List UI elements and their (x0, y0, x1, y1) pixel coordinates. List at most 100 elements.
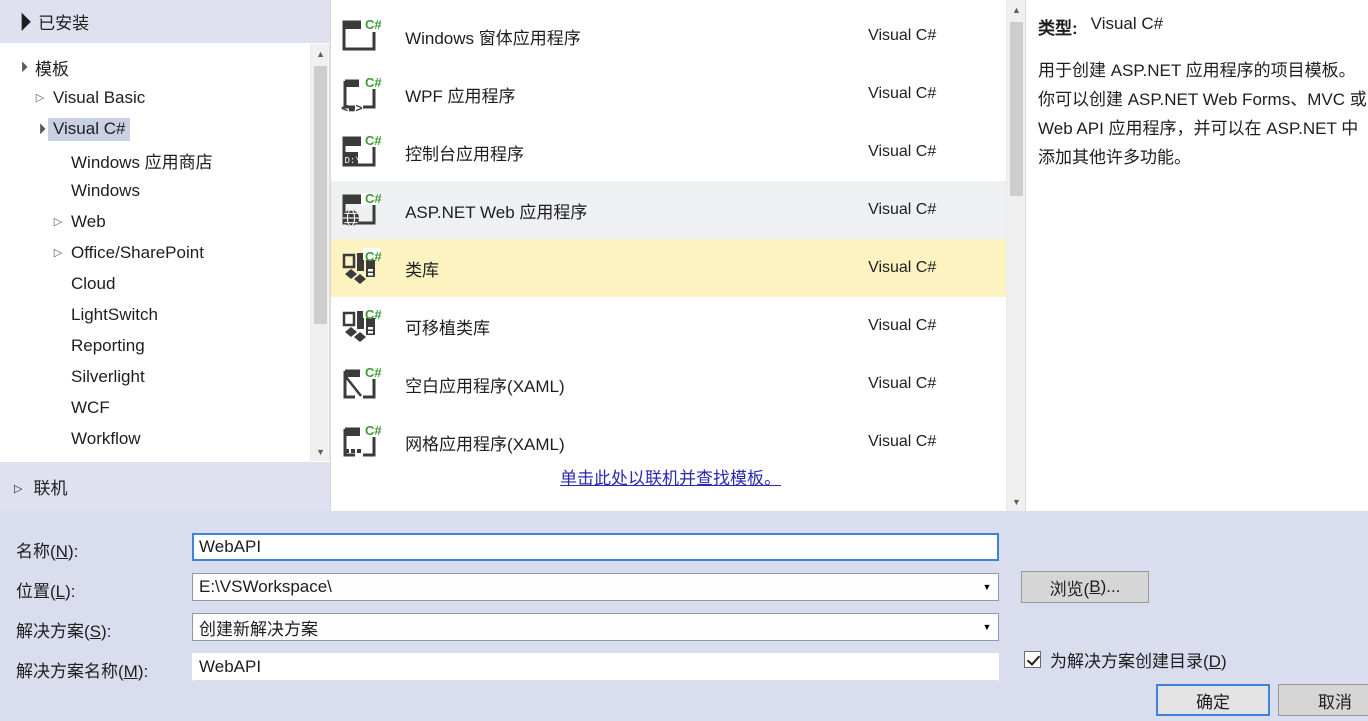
svg-text:<■>: <■> (341, 102, 363, 114)
chevron-right-icon[interactable] (50, 217, 66, 228)
solution-name-value: WebAPI (199, 657, 262, 676)
online-section-header[interactable]: 联机 (0, 461, 331, 511)
templates-panel: C# Windows 窗体应用程序 Visual C# <■> C# WPF 应用程序 Vi… (330, 0, 1026, 511)
tree-scrollbar[interactable] (310, 44, 330, 461)
templates-scrollbar[interactable] (1006, 0, 1025, 511)
tree-item-label: 模板 (35, 59, 69, 79)
solution-name-input[interactable]: WebAPI (192, 653, 999, 681)
templates-list[interactable]: C# Windows 窗体应用程序 Visual C# <■> C# WPF 应用程序 Vi… (331, 7, 1011, 471)
create-directory-checkbox-row[interactable]: 为解决方案创建目录(D) (1024, 647, 1227, 672)
project-name-value: WebAPI (199, 537, 262, 556)
ok-button[interactable]: 确定 (1156, 684, 1270, 716)
cancel-button[interactable]: 取消 (1278, 684, 1368, 716)
tree-item-label: Windows 应用商店 (71, 152, 213, 172)
tree-item-silverlight[interactable]: Silverlight (0, 362, 300, 393)
template-name: 可移植类库 (405, 318, 491, 338)
tree-item-label: Workflow (71, 429, 141, 448)
online-header-label: 联机 (33, 479, 68, 498)
svg-text:C#: C# (365, 133, 382, 148)
template-language: Visual C# (868, 317, 937, 334)
template-language: Visual C# (868, 85, 937, 102)
tree-item-web[interactable]: Web (0, 207, 300, 238)
scroll-up-icon[interactable] (311, 44, 329, 63)
template-row[interactable]: C# 空白应用程序(XAML) Visual C# (331, 355, 1010, 413)
description-type-label: 类型: (1038, 19, 1078, 38)
template-row[interactable]: C# 类库 Visual C# (331, 239, 1011, 297)
scrollbar-thumb[interactable] (1010, 22, 1023, 196)
template-language: Visual C# (868, 201, 937, 218)
tree-item-label: Office/SharePoint (71, 243, 204, 262)
chevron-down-icon[interactable] (32, 125, 48, 135)
svg-text:C#: C# (365, 191, 382, 206)
checkbox-icon[interactable] (1024, 651, 1041, 668)
solution-value: 创建新解决方案 (199, 619, 318, 639)
new-project-dialog: 已安装 模板 Visual Basic Visual C# Windows 应用商店 W… (0, 0, 1368, 721)
template-language: Visual C# (868, 27, 937, 44)
online-templates-link-wrap: 单击此处以联机并查找模板。 (331, 464, 1010, 489)
tree-item-[interactable]: 模板 (0, 52, 300, 83)
chevron-down-icon (14, 12, 27, 32)
template-name: ASP.NET Web 应用程序 (405, 202, 588, 222)
template-category-tree[interactable]: 模板 Visual Basic Visual C# Windows 应用商店 Windo… (0, 44, 331, 461)
classlib-icon: C# (341, 248, 387, 288)
template-language: Visual C# (868, 143, 937, 160)
template-name: 控制台应用程序 (405, 144, 525, 164)
template-row[interactable]: C# 可移植类库 Visual C# (331, 297, 1010, 355)
scroll-down-icon[interactable] (311, 442, 329, 461)
svg-text:C#: C# (365, 307, 382, 322)
scroll-up-icon[interactable] (1007, 0, 1026, 19)
tree-item-office-sharepoint[interactable]: Office/SharePoint (0, 238, 300, 269)
tree-item-label: Windows (71, 181, 140, 200)
dialog-bottom-region: 名称(N): WebAPI 位置(L): E:\VSWorkspace\ 解决方… (0, 511, 1368, 721)
template-description-panel: 类型: Visual C# 用于创建 ASP.NET 应用程序的项目模板。你可以… (1026, 0, 1368, 511)
tree-item-label: LightSwitch (71, 305, 158, 324)
winforms-icon: C# (341, 16, 387, 56)
template-row[interactable]: C# Windows 窗体应用程序 Visual C# (331, 7, 1010, 65)
scroll-down-icon[interactable] (1007, 492, 1026, 511)
chevron-down-icon[interactable] (976, 582, 998, 592)
tree-item-visual-basic[interactable]: Visual Basic (0, 83, 300, 114)
svg-text:C#: C# (365, 423, 382, 438)
svg-text:C#: C# (365, 365, 382, 380)
tree-item-windows[interactable]: Windows 应用商店 (0, 145, 300, 176)
tree-item-reporting[interactable]: Reporting (0, 331, 300, 362)
installed-header[interactable]: 已安装 (0, 0, 331, 44)
location-combobox[interactable]: E:\VSWorkspace\ (192, 573, 999, 601)
chevron-right-icon[interactable] (32, 93, 48, 104)
tree-item-windows[interactable]: Windows (0, 176, 300, 207)
tree-item-label: Visual C# (48, 118, 131, 141)
browse-button[interactable]: 浏览(B)... (1021, 571, 1149, 603)
template-row[interactable]: C# 网格应用程序(XAML) Visual C# (331, 413, 1010, 471)
solution-combobox[interactable]: 创建新解决方案 (192, 613, 999, 641)
tree-item-label: Web (71, 212, 106, 231)
chevron-down-icon[interactable] (14, 63, 30, 73)
chevron-down-icon[interactable] (976, 622, 998, 632)
template-name: 网格应用程序(XAML) (405, 434, 565, 454)
find-online-templates-link[interactable]: 单击此处以联机并查找模板。 (560, 469, 781, 488)
gridapp-icon: C# (341, 422, 387, 462)
cancel-button-label: 取消 (1318, 692, 1352, 712)
classlib-icon: C# (341, 306, 387, 346)
chevron-right-icon (14, 477, 22, 497)
installed-header-label: 已安装 (38, 14, 90, 33)
dialog-top-region: 已安装 模板 Visual Basic Visual C# Windows 应用商店 W… (0, 0, 1368, 511)
solution-label: 解决方案(S): (16, 622, 112, 641)
tree-item-label: Visual Basic (53, 88, 146, 107)
template-row[interactable]: C# ASP.NET Web 应用程序 Visual C# (331, 181, 1011, 239)
wpf-icon: <■> C# (341, 74, 387, 114)
tree-item-cloud[interactable]: Cloud (0, 269, 300, 300)
location-value: E:\VSWorkspace\ (199, 577, 332, 596)
project-name-input[interactable]: WebAPI (192, 533, 999, 561)
scrollbar-thumb[interactable] (314, 66, 328, 324)
aspnet-web-icon: C# (341, 190, 387, 230)
tree-item-wcf[interactable]: WCF (0, 393, 300, 424)
chevron-right-icon[interactable] (50, 248, 66, 259)
template-language: Visual C# (868, 259, 937, 276)
ok-button-label: 确定 (1196, 692, 1230, 712)
tree-item-visual-c[interactable]: Visual C# (0, 114, 300, 145)
tree-item-lightswitch[interactable]: LightSwitch (0, 300, 300, 331)
tree-item-workflow[interactable]: Workflow (0, 424, 300, 455)
template-row[interactable]: <■> C# WPF 应用程序 Visual C# (331, 65, 1010, 123)
tree-item-label: WCF (71, 398, 110, 417)
template-row[interactable]: D:\ C# 控制台应用程序 Visual C# (331, 123, 1010, 181)
